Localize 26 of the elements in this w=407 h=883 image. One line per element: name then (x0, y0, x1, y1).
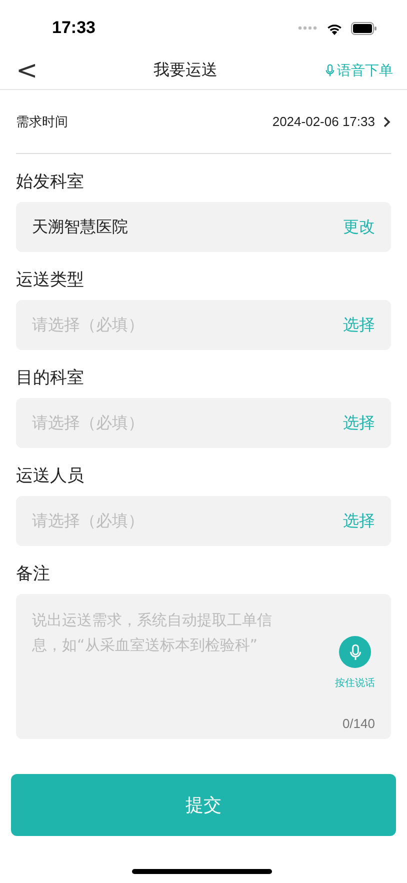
select-link[interactable]: 选择 (343, 412, 375, 434)
field-label: 运送类型 (16, 268, 85, 292)
back-button[interactable]: < (16, 58, 46, 84)
microphone-icon (348, 644, 362, 660)
field-label: 始发科室 (16, 170, 85, 194)
field-label: 运送人员 (16, 464, 85, 488)
time-picker[interactable]: 2024-02-06 17:33 (272, 114, 391, 129)
chevron-icon (383, 116, 391, 128)
select-link[interactable]: 选择 (343, 510, 375, 532)
wifi-icon (326, 22, 343, 34)
field-label: 目的科室 (16, 366, 85, 390)
battery-icon (351, 22, 377, 34)
signal-icon (298, 26, 318, 30)
remarks-label: 备注 (16, 562, 51, 586)
hold-to-talk-button[interactable]: 按住说话 (335, 636, 375, 690)
microphone-icon (325, 64, 335, 77)
voice-order-button[interactable]: 语音下单 (325, 62, 393, 80)
select-link[interactable]: 更改 (343, 216, 375, 238)
page-title: 我要运送 (154, 60, 218, 81)
field-value: 天溯智慧医院 (32, 216, 128, 238)
select-field[interactable]: 天溯智慧医院 更改 (16, 202, 391, 252)
submit-button[interactable]: 提交 (11, 774, 396, 836)
select-link[interactable]: 选择 (343, 314, 375, 336)
character-counter: 0/140 (342, 716, 375, 731)
status-time: 17:33 (52, 18, 96, 38)
time-label: 需求时间 (16, 114, 68, 130)
